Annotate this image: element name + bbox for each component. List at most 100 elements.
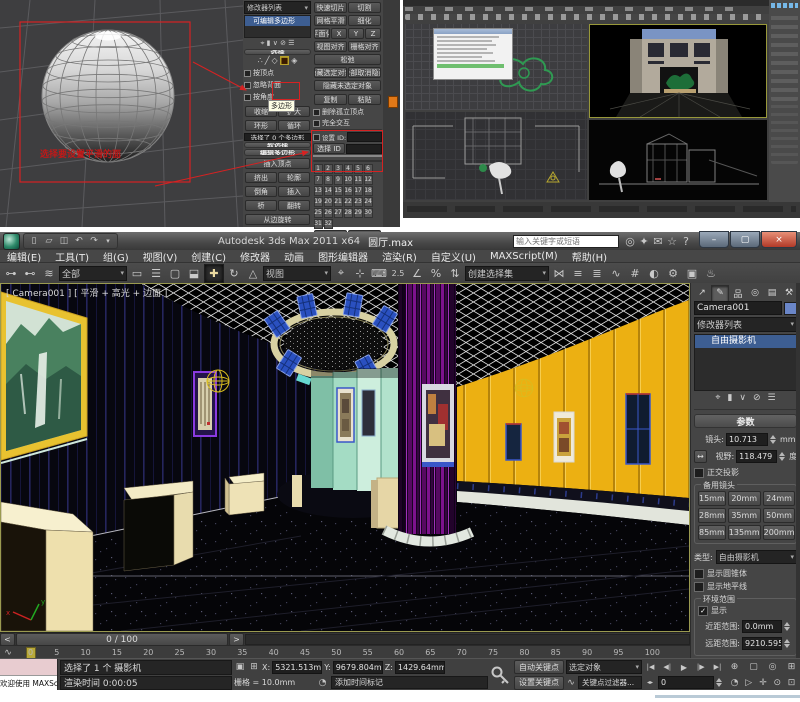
menu-item[interactable]: 修改器 bbox=[233, 249, 277, 264]
parameters-rollout-header[interactable]: 参数 bbox=[694, 414, 797, 428]
menu-item[interactable]: MAXScript(M) bbox=[483, 251, 565, 262]
curve-editor-icon[interactable]: ∿ bbox=[607, 265, 625, 282]
viewport-label[interactable]: [ Camera001 ] [ 平滑 + 高光 + 边面 ] bbox=[6, 286, 167, 299]
menu-item[interactable]: 自定义(U) bbox=[424, 249, 483, 264]
stock-lens-button[interactable]: 85mm bbox=[698, 525, 726, 540]
qat-dropdown-icon[interactable]: ▾ bbox=[103, 235, 113, 247]
go-to-start-icon[interactable]: |◀ bbox=[644, 661, 657, 674]
tab-display[interactable]: ▤ bbox=[764, 286, 780, 301]
app-logo[interactable] bbox=[3, 233, 20, 250]
menu-item[interactable]: 视图(V) bbox=[136, 249, 185, 264]
menu-item[interactable]: 组(G) bbox=[96, 249, 136, 264]
object-name-field[interactable]: Camera001 bbox=[694, 301, 782, 315]
select-and-link-icon[interactable]: ⊶ bbox=[2, 265, 20, 282]
modifier-list-dropdown[interactable]: 修改器列表▾ bbox=[694, 317, 797, 332]
stock-lens-button[interactable]: 24mm bbox=[763, 491, 796, 506]
material-editor-icon[interactable]: ◐ bbox=[645, 265, 663, 282]
selection-set-dropdown[interactable]: 选定对象▾ bbox=[566, 660, 642, 674]
bind-to-space-warp-icon[interactable]: ≋ bbox=[40, 265, 58, 282]
previous-frame-icon[interactable]: ◀| bbox=[661, 661, 674, 674]
zoom-all-icon[interactable]: ▢ bbox=[747, 661, 760, 674]
unlink-selection-icon[interactable]: ⊷ bbox=[21, 265, 39, 282]
stack-item-free-camera[interactable]: 自由摄影机 bbox=[695, 335, 796, 348]
zoom-icon[interactable]: ⊕ bbox=[728, 661, 741, 674]
align-icon[interactable]: ≡ bbox=[569, 265, 587, 282]
z-coordinate-field[interactable]: 1429.64mm bbox=[395, 661, 445, 674]
fov-direction-button[interactable]: ↔ bbox=[694, 450, 707, 463]
menu-item[interactable]: 渲染(R) bbox=[375, 249, 424, 264]
orthographic-checkbox[interactable] bbox=[694, 468, 704, 478]
camera-viewport[interactable]: x y [ Camera001 ] [ 平滑 + 高光 + 边面 ] bbox=[0, 283, 690, 632]
show-horizon-checkbox[interactable] bbox=[694, 582, 704, 592]
render-setup-icon[interactable]: ⚙ bbox=[664, 265, 682, 282]
named-selection-sets-dropdown[interactable]: 创建选择集▾ bbox=[465, 266, 549, 281]
selection-lock-toggle-icon[interactable]: ▣ bbox=[234, 661, 246, 674]
stock-lens-button[interactable]: 50mm bbox=[763, 508, 796, 523]
current-frame-field[interactable]: 0 bbox=[658, 676, 714, 689]
subscription-icon[interactable]: ✦ bbox=[637, 233, 651, 250]
set-keys-icon[interactable] bbox=[491, 664, 511, 686]
spinner-snap-toggle-icon[interactable]: ⇅ bbox=[446, 265, 464, 282]
pin-stack-icon[interactable]: ⌖ bbox=[715, 393, 720, 403]
layer-manager-icon[interactable]: ≣ bbox=[588, 265, 606, 282]
fov-field[interactable]: 118.479 bbox=[736, 450, 777, 463]
listener-macro-line[interactable] bbox=[0, 659, 57, 676]
maxscript-mini-listener[interactable]: 欢迎使用 MAXScript bbox=[0, 659, 58, 691]
next-frame-icon[interactable]: |▶ bbox=[694, 661, 707, 674]
lens-field[interactable]: 10.713 bbox=[726, 433, 768, 446]
tab-hierarchy[interactable]: 品 bbox=[730, 286, 746, 301]
far-range-field[interactable]: 9210.595 bbox=[742, 637, 782, 650]
menu-item[interactable]: 编辑(E) bbox=[0, 249, 48, 264]
maximize-button[interactable]: ▢ bbox=[730, 231, 760, 248]
infocenter-search-input[interactable] bbox=[513, 235, 619, 248]
frame-spinner[interactable] bbox=[716, 675, 724, 690]
absolute-mode-toggle-icon[interactable]: ⊞ bbox=[248, 661, 260, 674]
menu-item[interactable]: 图形编辑器 bbox=[311, 249, 375, 264]
set-key-button[interactable]: 设置关键点 bbox=[514, 676, 564, 690]
window-crossing-toggle-icon[interactable]: ⬓ bbox=[185, 265, 203, 282]
stock-lens-button[interactable]: 35mm bbox=[728, 508, 761, 523]
open-file-icon[interactable]: ▱ bbox=[43, 235, 55, 247]
close-button[interactable]: × bbox=[761, 231, 797, 248]
tab-utilities[interactable]: ⚒ bbox=[781, 286, 797, 301]
selection-filter-dropdown[interactable]: 全部▾ bbox=[59, 266, 127, 281]
angle-snap-toggle-icon[interactable]: ∠ bbox=[408, 265, 426, 282]
stock-lens-button[interactable]: 135mm bbox=[728, 525, 761, 540]
x-coordinate-field[interactable]: 5321.513m bbox=[272, 661, 322, 674]
y-coordinate-field[interactable]: 9679.804m bbox=[333, 661, 383, 674]
show-cone-checkbox[interactable] bbox=[694, 569, 704, 579]
select-by-name-icon[interactable]: ☰ bbox=[147, 265, 165, 282]
listener-script-line[interactable]: 欢迎使用 MAXScript bbox=[0, 676, 57, 692]
zoom-extents-icon[interactable]: ◎ bbox=[766, 661, 779, 674]
menu-item[interactable]: 创建(C) bbox=[184, 249, 233, 264]
select-and-scale-icon[interactable]: △ bbox=[244, 265, 262, 282]
minimize-button[interactable]: – bbox=[699, 231, 729, 248]
help-icon[interactable]: ? bbox=[679, 233, 693, 250]
stock-lens-button[interactable]: 200mm bbox=[763, 525, 796, 540]
stock-lens-button[interactable]: 20mm bbox=[728, 491, 761, 506]
snaps-toggle-icon[interactable]: 2.5 bbox=[389, 265, 407, 282]
pan-view-icon[interactable]: ✛ bbox=[757, 676, 770, 689]
menu-item[interactable]: 动画 bbox=[277, 249, 311, 264]
rectangular-selection-region-icon[interactable]: ▢ bbox=[166, 265, 184, 282]
tab-create[interactable]: ↗ bbox=[694, 286, 710, 301]
fov-spinner[interactable] bbox=[779, 449, 787, 464]
walk-through-icon[interactable]: ▷ bbox=[742, 676, 755, 689]
tab-modify[interactable]: ✎ bbox=[711, 285, 729, 302]
render-production-icon[interactable]: ♨ bbox=[702, 265, 720, 282]
command-panel-scrollbar[interactable] bbox=[796, 283, 800, 658]
save-file-icon[interactable]: ◫ bbox=[58, 235, 70, 247]
near-range-field[interactable]: 0.0mm bbox=[742, 620, 782, 633]
stock-lens-button[interactable]: 28mm bbox=[698, 508, 726, 523]
new-scene-icon[interactable]: ▯ bbox=[28, 235, 40, 247]
tab-motion[interactable]: ◎ bbox=[747, 286, 763, 301]
camera-type-dropdown[interactable]: 自由摄影机▾ bbox=[716, 550, 797, 564]
favorites-icon[interactable]: ☆ bbox=[665, 233, 679, 250]
far-range-spinner[interactable] bbox=[784, 636, 792, 651]
infocenter-search-icon[interactable]: ◎ bbox=[623, 233, 637, 250]
rendered-frame-window-icon[interactable]: ▣ bbox=[683, 265, 701, 282]
select-and-move-icon[interactable]: ✚ bbox=[204, 264, 224, 283]
select-and-rotate-icon[interactable]: ↻ bbox=[225, 265, 243, 282]
select-and-manipulate-icon[interactable]: ⊹ bbox=[351, 265, 369, 282]
remove-modifier-icon[interactable]: ⊘ bbox=[753, 393, 761, 403]
